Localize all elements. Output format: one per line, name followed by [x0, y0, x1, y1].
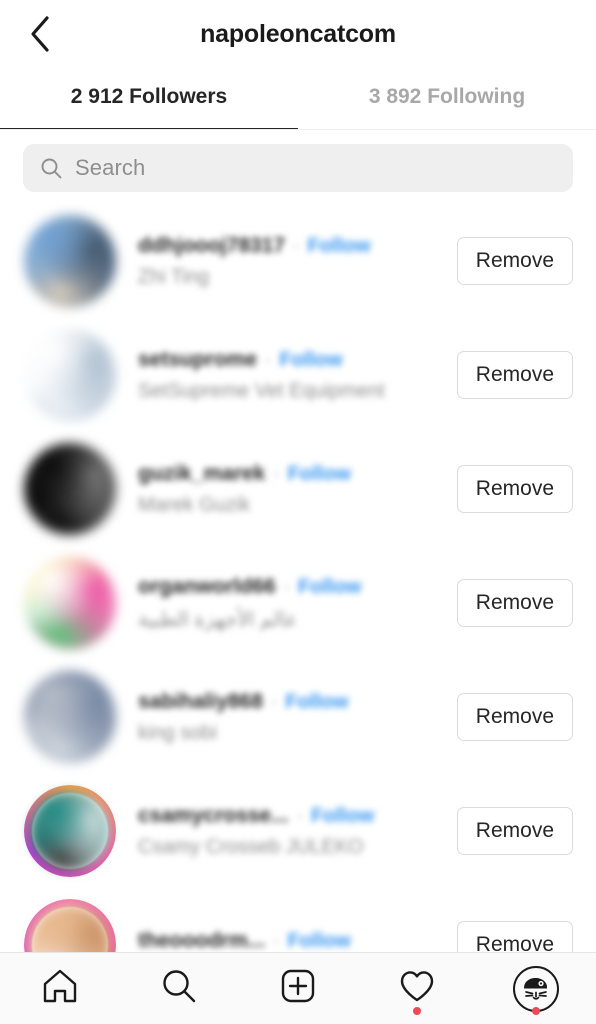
- avatar[interactable]: [24, 329, 116, 421]
- username[interactable]: ddhjoooj78317: [138, 234, 285, 258]
- separator-dot: ·: [283, 576, 291, 598]
- remove-button[interactable]: Remove: [456, 693, 573, 741]
- remove-button[interactable]: Remove: [456, 237, 573, 285]
- avatar-image: [24, 557, 116, 649]
- follow-link[interactable]: Follow: [285, 691, 348, 714]
- username[interactable]: setsuprome: [138, 348, 257, 372]
- separator-dot: ·: [265, 349, 272, 371]
- remove-button[interactable]: Remove: [456, 807, 573, 855]
- nav-activity[interactable]: [358, 953, 477, 1024]
- name-line: organworld66 · Follow: [138, 575, 457, 599]
- avatar-image: [24, 443, 116, 535]
- username[interactable]: guzik_marek: [138, 462, 265, 486]
- follower-meta: sabihaliy868 · Follow king sobi: [116, 690, 457, 745]
- nav-profile[interactable]: [477, 953, 596, 1024]
- follow-link[interactable]: Follow: [311, 805, 374, 828]
- follower-row[interactable]: csamycrosse... · Follow Csamy Crosseb JULEK…: [0, 774, 596, 888]
- tab-followers-label: 2 912 Followers: [70, 85, 228, 108]
- name-line: guzik_marek · Follow: [138, 462, 457, 486]
- full-name: SetSupreme Vet Equipment: [138, 379, 385, 402]
- avatar-image: [30, 791, 110, 871]
- page-title: napoleoncatcom: [200, 19, 396, 48]
- tab-following[interactable]: 3 892 Following: [298, 68, 596, 130]
- avatar-image: [24, 329, 116, 421]
- chevron-left-icon: [27, 14, 53, 54]
- remove-button[interactable]: Remove: [456, 921, 573, 952]
- name-line: csamycrosse... · Follow: [138, 804, 457, 828]
- follower-meta: guzik_marek · Follow Marek Guzik: [116, 462, 457, 517]
- follow-link[interactable]: Follow: [298, 576, 361, 599]
- follower-row[interactable]: theooodrm... · Follow Remove: [0, 888, 596, 952]
- nav-search[interactable]: [119, 953, 238, 1024]
- full-name: Zhi Ting: [138, 265, 210, 288]
- avatar[interactable]: [24, 557, 116, 649]
- avatar[interactable]: [24, 899, 116, 952]
- avatar[interactable]: [24, 215, 116, 307]
- app-header: napoleoncatcom: [0, 0, 596, 68]
- name-line: ddhjoooj78317 · Follow: [138, 234, 457, 258]
- full-name: عالم الأجهزة الطبية: [138, 608, 298, 631]
- separator-dot: ·: [273, 931, 280, 952]
- remove-button[interactable]: Remove: [456, 465, 573, 513]
- tab-followers[interactable]: 2 912 Followers: [0, 68, 298, 130]
- heart-icon: [397, 966, 437, 1011]
- follower-row[interactable]: organworld66 · Follow عالم الأجهزة الطبية Re…: [0, 546, 596, 660]
- username[interactable]: theooodrm...: [138, 929, 265, 952]
- follow-link[interactable]: Follow: [288, 463, 351, 486]
- follow-link[interactable]: Follow: [279, 349, 342, 372]
- username[interactable]: csamycrosse...: [138, 804, 289, 828]
- search-icon: [159, 966, 199, 1011]
- profile-badge-dot: [532, 1007, 541, 1015]
- name-line: sabihaliy868 · Follow: [138, 690, 457, 714]
- follower-meta: setsuprome · Follow SetSupreme Vet Equipmen…: [116, 348, 457, 403]
- activity-badge-dot: [413, 1007, 422, 1015]
- profile-avatar-icon: [513, 965, 560, 1012]
- follow-link[interactable]: Follow: [307, 235, 370, 258]
- avatar-image: [24, 671, 116, 763]
- bottom-navigation: [0, 952, 596, 1024]
- full-name: king sobi: [138, 721, 217, 744]
- nav-add-post[interactable]: [238, 953, 357, 1024]
- full-name: Marek Guzik: [138, 493, 251, 516]
- search-icon: [39, 156, 63, 180]
- follower-row[interactable]: sabihaliy868 · Follow king sobi Remove: [0, 660, 596, 774]
- instagram-followers-screen: napoleoncatcom 2 912 Followers 3 892 Fol…: [0, 0, 596, 1024]
- follower-meta: organworld66 · Follow عالم الأجهزة الطبية: [116, 575, 457, 632]
- follower-row[interactable]: ddhjoooj78317 · Follow Zhi Ting Remove: [0, 204, 596, 318]
- home-icon: [40, 966, 80, 1011]
- name-line: theooodrm... · Follow: [138, 929, 457, 952]
- remove-button[interactable]: Remove: [456, 579, 573, 627]
- follower-row[interactable]: guzik_marek · Follow Marek Guzik Remove: [0, 432, 596, 546]
- avatar-image: [30, 905, 110, 952]
- follower-meta: csamycrosse... · Follow Csamy Crosseb JULEK…: [116, 804, 457, 859]
- separator-dot: ·: [296, 805, 303, 827]
- avatar[interactable]: [24, 443, 116, 535]
- avatar[interactable]: [24, 785, 116, 877]
- avatar-image: [24, 215, 116, 307]
- follower-meta: ddhjoooj78317 · Follow Zhi Ting: [116, 234, 457, 289]
- search-placeholder: Search: [75, 155, 146, 180]
- username[interactable]: organworld66: [138, 575, 276, 599]
- separator-dot: ·: [270, 691, 278, 713]
- followers-list[interactable]: ddhjoooj78317 · Follow Zhi Ting Remove setsup…: [0, 204, 596, 952]
- separator-dot: ·: [293, 235, 300, 257]
- avatar[interactable]: [24, 671, 116, 763]
- back-button[interactable]: [14, 8, 66, 60]
- separator-dot: ·: [273, 463, 280, 485]
- tab-bar: 2 912 Followers 3 892 Following: [0, 68, 596, 130]
- follower-row[interactable]: setsuprome · Follow SetSupreme Vet Equipmen…: [0, 318, 596, 432]
- add-post-icon: [278, 966, 318, 1011]
- full-name: Csamy Crosseb JULEKO: [138, 835, 364, 858]
- name-line: setsuprome · Follow: [138, 348, 457, 372]
- follow-link[interactable]: Follow: [288, 930, 351, 952]
- follower-meta: theooodrm... · Follow: [116, 929, 457, 952]
- search-section: Search: [0, 130, 596, 204]
- username[interactable]: sabihaliy868: [138, 690, 263, 714]
- search-input[interactable]: Search: [23, 144, 573, 192]
- tab-following-label: 3 892 Following: [368, 85, 526, 108]
- remove-button[interactable]: Remove: [456, 351, 573, 399]
- nav-home[interactable]: [0, 953, 119, 1024]
